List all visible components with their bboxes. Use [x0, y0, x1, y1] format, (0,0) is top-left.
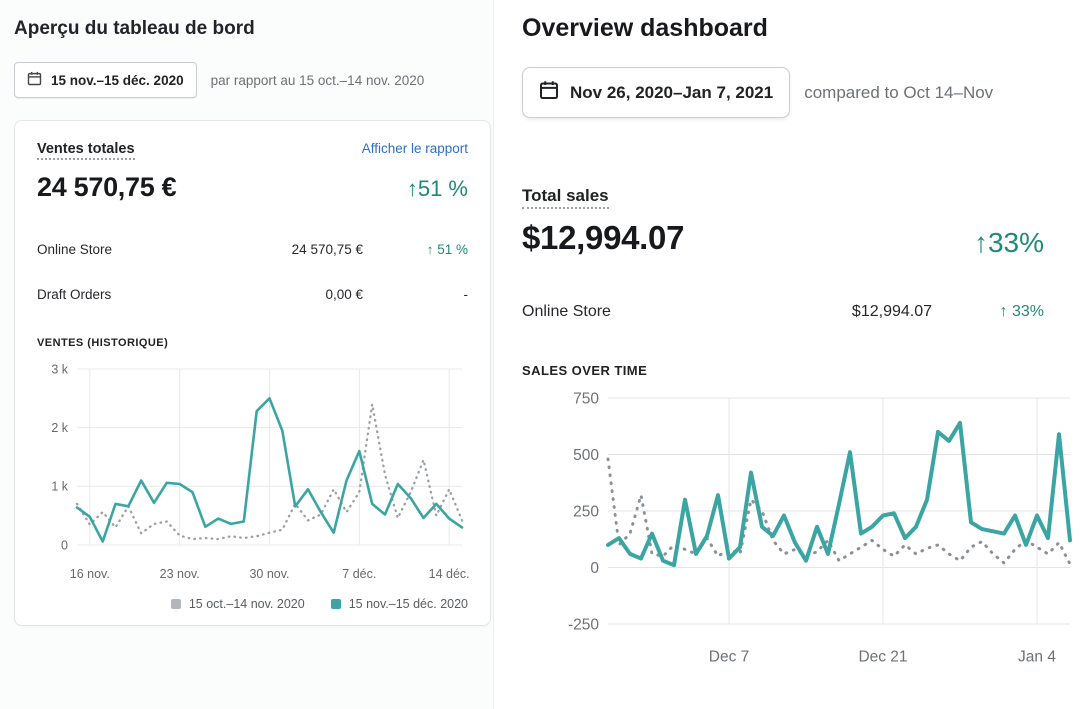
dashboard-comparison: Aperçu du tableau de bord 15 nov.–15 déc…: [0, 0, 1080, 709]
comparison-period-text-en: compared to Oct 14–Nov: [804, 83, 993, 103]
table-row: Online Store $12,994.07 ↑ 33%: [522, 287, 1044, 337]
channel-label: Online Store: [37, 242, 233, 257]
metric-row-en: $12,994.07 ↑33%: [522, 219, 1044, 259]
chart-caption-fr: VENTES (HISTORIQUE): [37, 337, 468, 349]
svg-text:16 nov.: 16 nov.: [70, 567, 110, 581]
channel-label: Online Store: [522, 303, 782, 321]
channel-label: Draft Orders: [37, 287, 233, 302]
table-row: Draft Orders 0,00 € -: [37, 272, 468, 317]
total-sales-trend-en: ↑33%: [974, 219, 1044, 259]
channel-trend: -: [363, 287, 468, 302]
date-filter-row-en: Nov 26, 2020–Jan 7, 2021 compared to Oct…: [522, 67, 1080, 118]
total-sales-section-en: Total sales $12,994.07 ↑33% Online Store…: [522, 140, 1044, 378]
calendar-icon: [27, 71, 42, 89]
sales-over-time-chart-en[interactable]: 750 500 250 0 -250 Dec 7 Dec 21 Jan 4: [516, 384, 1076, 670]
svg-text:0: 0: [590, 560, 599, 577]
svg-text:14 déc.: 14 déc.: [429, 567, 470, 581]
total-sales-trend-fr: ↑51 %: [407, 172, 468, 202]
date-filter-row-fr: 15 nov.–15 déc. 2020 par rapport au 15 o…: [14, 62, 491, 98]
legend-label: 15 oct.–14 nov. 2020: [189, 597, 305, 611]
channel-value: $12,994.07: [782, 303, 932, 321]
svg-text:3 k: 3 k: [51, 362, 68, 376]
date-range-button-en[interactable]: Nov 26, 2020–Jan 7, 2021: [522, 67, 790, 118]
channel-value: 24 570,75 €: [233, 242, 363, 257]
channel-trend: ↑ 51 %: [363, 242, 468, 257]
svg-text:2 k: 2 k: [51, 421, 68, 435]
legend-swatch-teal: [331, 599, 341, 609]
table-row: Online Store 24 570,75 € ↑ 51 %: [37, 227, 468, 272]
chart-legend: 15 oct.–14 nov. 2020 15 nov.–15 déc. 202…: [37, 597, 468, 611]
legend-item-previous: 15 oct.–14 nov. 2020: [171, 597, 305, 611]
channel-value: 0,00 €: [233, 287, 363, 302]
metric-title-en[interactable]: Total sales: [522, 186, 609, 209]
svg-text:23 nov.: 23 nov.: [160, 567, 200, 581]
comparison-period-text-fr: par rapport au 15 oct.–14 nov. 2020: [211, 73, 425, 88]
svg-text:1 k: 1 k: [51, 480, 68, 494]
svg-text:0: 0: [61, 538, 68, 552]
metric-title-fr[interactable]: Ventes totales: [37, 141, 135, 160]
total-sales-value-en: $12,994.07: [522, 219, 684, 257]
view-report-link[interactable]: Afficher le rapport: [362, 141, 468, 156]
panel-english-dashboard: Overview dashboard Nov 26, 2020–Jan 7, 2…: [493, 0, 1080, 709]
total-sales-value-fr: 24 570,75 €: [37, 172, 176, 203]
channel-trend: ↑ 33%: [932, 303, 1044, 321]
svg-text:750: 750: [573, 390, 599, 407]
date-range-label-fr: 15 nov.–15 déc. 2020: [51, 73, 184, 88]
card-header-fr: Ventes totales Afficher le rapport: [37, 141, 468, 160]
svg-text:-250: -250: [568, 616, 599, 633]
svg-text:7 déc.: 7 déc.: [342, 567, 376, 581]
chart-caption-en: SALES OVER TIME: [522, 363, 1044, 378]
svg-text:Jan 4: Jan 4: [1018, 648, 1056, 665]
date-range-label-en: Nov 26, 2020–Jan 7, 2021: [570, 83, 773, 103]
svg-text:500: 500: [573, 447, 599, 464]
panel-french-dashboard: Aperçu du tableau de bord 15 nov.–15 déc…: [0, 0, 493, 709]
date-range-button-fr[interactable]: 15 nov.–15 déc. 2020: [14, 62, 197, 98]
page-title-en: Overview dashboard: [522, 14, 1080, 43]
calendar-icon: [539, 80, 559, 105]
page-title-fr: Aperçu du tableau de bord: [14, 18, 491, 40]
metric-row-fr: 24 570,75 € ↑51 %: [37, 172, 468, 203]
svg-text:250: 250: [573, 503, 599, 520]
svg-text:30 nov.: 30 nov.: [249, 567, 289, 581]
sales-history-chart-fr[interactable]: 3 k 2 k 1 k 0 16 nov. 23 nov. 30 nov. 7 déc. 14 …: [37, 357, 474, 585]
svg-text:Dec 21: Dec 21: [858, 648, 907, 665]
legend-item-current: 15 nov.–15 déc. 2020: [331, 597, 468, 611]
legend-swatch-gray: [171, 599, 181, 609]
legend-label: 15 nov.–15 déc. 2020: [349, 597, 468, 611]
svg-text:Dec 7: Dec 7: [709, 648, 750, 665]
total-sales-card-fr: Ventes totales Afficher le rapport 24 57…: [14, 120, 491, 626]
